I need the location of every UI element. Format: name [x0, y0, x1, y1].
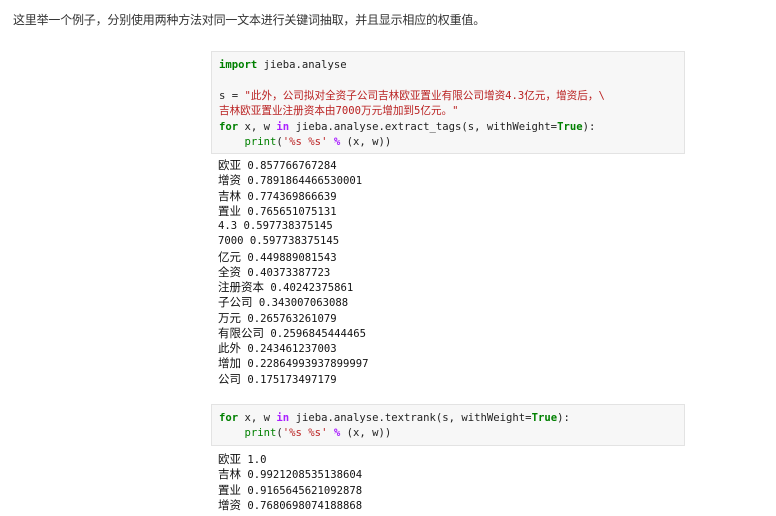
output-textrank: 欧亚 1.0 吉林 0.9921208535138604 置业 0.916564… — [218, 452, 362, 513]
output-line: 置业 0.765651075131 — [218, 204, 369, 219]
keyword: 全资 — [218, 264, 241, 279]
weight: 0.9165645621092878 — [241, 484, 363, 497]
code-text: = — [225, 89, 245, 102]
output-line: 增资 0.7680698074188868 — [218, 498, 362, 513]
code-text: jieba.analyse.extract_tags(s, withWeight… — [289, 120, 558, 133]
keyword: 增资 — [218, 173, 241, 188]
weight: 0.597738375145 — [243, 235, 340, 248]
code-cell-textrank[interactable]: for x, w in jieba.analyse.textrank(s, wi… — [211, 404, 685, 446]
keyword: 置业 — [218, 203, 241, 218]
code-line: for x, w in jieba.analyse.textrank(s, wi… — [219, 411, 684, 426]
code-text: x, w — [238, 120, 277, 133]
code-keyword: in — [276, 120, 290, 133]
keyword: 7000 — [218, 235, 244, 248]
output-line: 有限公司 0.2596845444465 — [218, 326, 369, 341]
code-string: 吉林欧亚置业注册资本由7000万元增加到5亿元。" — [219, 105, 459, 118]
output-line: 亿元 0.449889081543 — [218, 250, 369, 265]
keyword: 增资 — [218, 497, 241, 512]
keyword: 此外 — [218, 341, 241, 355]
output-line: 此外 0.243461237003 — [218, 341, 369, 356]
weight: 0.243461237003 — [241, 343, 337, 355]
code-line: import jieba.analyse — [219, 58, 684, 73]
weight: 0.175173497179 — [241, 373, 337, 386]
weight: 0.40242375861 — [264, 282, 354, 294]
code-line: 吉林欧亚置业注册资本由7000万元增加到5亿元。" — [219, 104, 684, 119]
weight: 1.0 — [241, 454, 267, 466]
output-line: 增加 0.22864993937899997 — [218, 356, 369, 371]
code-string: '%s %s' — [282, 135, 328, 148]
keyword: 注册资本 — [218, 280, 264, 294]
code-text: jieba.analyse.textrank(s, withWeight= — [289, 412, 532, 424]
weight: 0.343007063088 — [252, 297, 349, 310]
weight: 0.7680698074188868 — [241, 499, 363, 512]
code-line: print('%s %s' % (x, w)) — [219, 135, 684, 150]
output-line: 公司 0.175173497179 — [218, 372, 369, 387]
weight: 0.40373387723 — [241, 266, 331, 279]
keyword: 吉林 — [218, 467, 241, 482]
keyword: 公司 — [218, 371, 241, 386]
keyword: 增加 — [218, 356, 241, 371]
weight: 0.597738375145 — [237, 220, 333, 232]
code-builtin: print — [244, 427, 277, 440]
weight: 0.449889081543 — [241, 251, 337, 264]
keyword: 子公司 — [218, 295, 253, 310]
output-line: 增资 0.7891864466530001 — [218, 173, 369, 188]
keyword: 置业 — [218, 482, 241, 497]
code-text: ): — [582, 120, 596, 133]
output-line: 子公司 0.343007063088 — [218, 295, 369, 310]
output-line: 吉林 0.774369866639 — [218, 189, 369, 204]
weight: 0.857766767284 — [241, 160, 337, 172]
code-line: for x, w in jieba.analyse.extract_tags(s… — [219, 120, 684, 135]
keyword: 欧亚 — [218, 452, 241, 466]
keyword: 吉林 — [218, 188, 241, 203]
code-line: s = "此外，公司拟对全资子公司吉林欧亚置业有限公司增资4.3亿元，增资后，\ — [219, 89, 684, 104]
output-line: 欧亚 1.0 — [218, 452, 362, 467]
output-line: 置业 0.9165645621092878 — [218, 483, 362, 498]
code-text: (x, w)) — [340, 135, 392, 148]
weight: 0.265763261079 — [241, 312, 337, 325]
intro-paragraph: 这里举一个例子，分别使用两种方法对同一文本进行关键词抽取，并且显示相应的权重值。 — [13, 13, 486, 27]
weight: 0.774369866639 — [241, 190, 337, 203]
output-line: 欧亚 0.857766767284 — [218, 158, 369, 173]
code-keyword: for — [219, 120, 239, 133]
code-keyword: in — [276, 412, 290, 424]
code-line: print('%s %s' % (x, w)) — [219, 426, 684, 441]
output-extract-tags: 欧亚 0.857766767284 增资 0.7891864466530001 … — [218, 158, 369, 387]
weight: 0.765651075131 — [241, 205, 337, 218]
keyword: 有限公司 — [218, 325, 264, 340]
output-line: 全资 0.40373387723 — [218, 265, 369, 280]
keyword: 万元 — [218, 310, 241, 325]
output-line: 4.3 0.597738375145 — [218, 219, 369, 234]
code-text: (x, w)) — [340, 427, 392, 440]
output-line: 万元 0.265763261079 — [218, 311, 369, 326]
output-line: 吉林 0.9921208535138604 — [218, 467, 362, 482]
output-line: 7000 0.597738375145 — [218, 234, 369, 249]
code-cell-extract-tags[interactable]: import jieba.analyse s = "此外，公司拟对全资子公司吉林… — [211, 51, 685, 154]
weight: 0.22864993937899997 — [241, 358, 369, 371]
code-string: '%s %s' — [282, 427, 328, 440]
code-keyword: True — [531, 412, 558, 424]
weight: 0.9921208535138604 — [241, 469, 363, 482]
code-text: ): — [557, 412, 570, 424]
code-string: "此外，公司拟对全资子公司吉林欧亚置业有限公司增资4.3亿元，增资后，\ — [244, 89, 605, 102]
code-keyword: True — [557, 120, 583, 133]
code-keyword: for — [219, 412, 239, 424]
code-text: jieba.analyse — [257, 59, 347, 71]
keyword: 亿元 — [218, 249, 241, 264]
code-keyword: import — [219, 59, 258, 71]
output-line: 注册资本 0.40242375861 — [218, 280, 369, 295]
keyword: 4.3 — [218, 220, 238, 232]
code-text: x, w — [238, 412, 277, 424]
code-builtin: print — [244, 135, 277, 148]
weight: 0.7891864466530001 — [241, 175, 363, 188]
weight: 0.2596845444465 — [264, 327, 367, 340]
keyword: 欧亚 — [218, 158, 241, 172]
